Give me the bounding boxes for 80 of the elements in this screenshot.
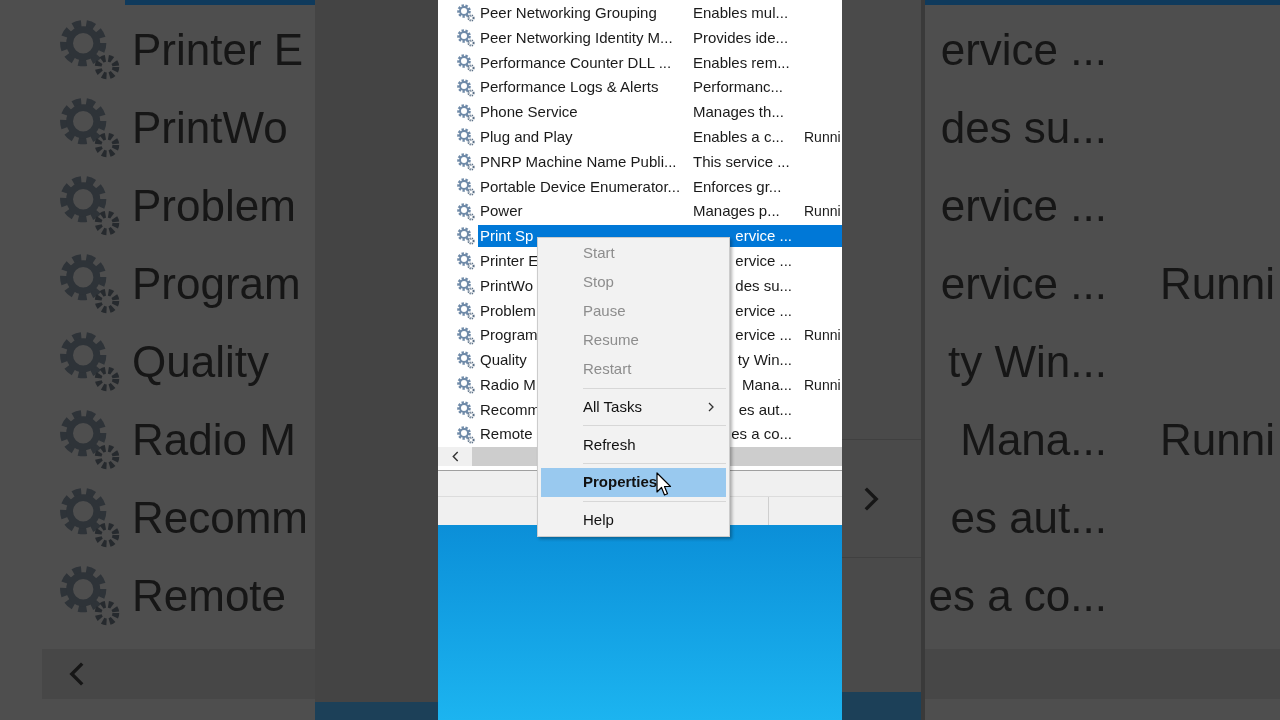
service-row[interactable]: Power Manages p... Runni: [478, 200, 842, 223]
service-status: Runni: [1160, 258, 1275, 310]
menu-item[interactable]: Help: [541, 506, 726, 536]
service-name: Plug and Play: [480, 127, 573, 148]
gear-icon: [456, 28, 476, 49]
service-description: Enables mul...: [693, 3, 789, 24]
gear-icon: [456, 201, 476, 222]
service-status: Runni: [804, 375, 841, 395]
service-row[interactable]: Peer Networking Grouping Enables mul...: [478, 2, 842, 25]
service-description: ervice ...: [940, 180, 1107, 232]
service-name: Remote: [480, 424, 533, 445]
service-description: ervice ...: [735, 325, 792, 346]
gear-icon: [456, 300, 476, 321]
service-row[interactable]: Peer Networking Identity M... Provides ide...: [478, 27, 842, 50]
menu-item[interactable]: Refresh: [541, 430, 726, 460]
service-description: es aut...: [950, 492, 1107, 544]
service-description: Enforces gr...: [693, 176, 782, 197]
service-description: Provides ide...: [693, 27, 789, 48]
service-name: Program: [132, 258, 301, 310]
service-name: Printer E: [132, 24, 304, 76]
service-name: Performance Counter DLL ...: [480, 52, 672, 73]
service-status: Runni: [804, 127, 841, 147]
service-description: Enables a c...: [693, 127, 784, 148]
service-status: Runni: [804, 202, 841, 222]
service-name: Remote: [132, 570, 287, 622]
service-description: ervice ...: [940, 24, 1107, 76]
gear-icon: [456, 102, 476, 123]
service-description: Manages p...: [693, 201, 780, 222]
service-name: Power: [480, 201, 523, 222]
service-description: Enables rem...: [693, 52, 790, 73]
gear-icon: [456, 176, 476, 197]
gear-icon: [456, 3, 476, 24]
service-name: Recomm: [132, 492, 309, 544]
service-row[interactable]: Plug and Play Enables a c... Runni: [478, 126, 842, 149]
service-description: ervice ...: [735, 226, 792, 247]
service-name: Radio M: [132, 414, 296, 466]
gear-icon: [456, 152, 476, 173]
service-description: ervice ...: [940, 258, 1107, 310]
service-status: Runni: [1160, 414, 1275, 466]
gear-icon: [456, 424, 476, 445]
mouse-cursor-icon: [656, 472, 672, 498]
service-row[interactable]: Phone Service Manages th...: [478, 101, 842, 124]
gear-icon: [456, 226, 476, 247]
service-row[interactable]: Portable Device Enumerator... Enforces gr...: [478, 175, 842, 198]
service-description: Mana...: [741, 374, 792, 395]
service-name: Portable Device Enumerator...: [480, 176, 681, 197]
service-name: Performance Logs & Alerts: [480, 77, 659, 98]
chevron-right-icon: [706, 401, 716, 412]
gear-icon: [456, 375, 476, 396]
gear-icon: [456, 52, 476, 73]
service-row[interactable]: PNRP Machine Name Publi... This service ...: [478, 151, 842, 174]
service-description: des su...: [940, 102, 1107, 154]
service-name: Quality: [132, 336, 269, 388]
gear-icon: [456, 399, 476, 420]
gear-icon: [456, 276, 476, 296]
service-description: Mana...: [960, 414, 1107, 466]
service-description: Performanc...: [693, 77, 784, 98]
service-row[interactable]: Performance Counter DLL ... Enables rem...: [478, 51, 842, 74]
service-name: Phone Service: [480, 102, 578, 123]
gear-icon: [456, 127, 476, 148]
menu-item[interactable]: All Tasks: [541, 392, 726, 422]
gear-icon: [456, 77, 476, 98]
gear-icon: [456, 350, 476, 371]
service-name: Peer Networking Grouping: [480, 3, 657, 24]
service-name: Problem: [132, 180, 296, 232]
service-name: Peer Networking Identity M...: [480, 27, 673, 48]
service-status: Runni: [804, 326, 841, 346]
service-description: es a co...: [928, 570, 1107, 622]
service-description: Manages th...: [693, 102, 784, 123]
service-name: PrintWo: [132, 102, 288, 154]
service-description: es a co...: [731, 424, 792, 445]
service-description: ty Win...: [948, 336, 1107, 388]
service-row[interactable]: Performance Logs & Alerts Performanc...: [478, 76, 842, 99]
service-description: This service ...: [693, 151, 790, 172]
gear-icon: [456, 325, 476, 346]
service-name: PNRP Machine Name Publi...: [480, 151, 677, 172]
scroll-left-icon: [449, 451, 461, 462]
gear-icon: [456, 251, 476, 272]
service-name: Print Sp: [480, 226, 534, 247]
service-name: Radio M: [480, 374, 536, 395]
